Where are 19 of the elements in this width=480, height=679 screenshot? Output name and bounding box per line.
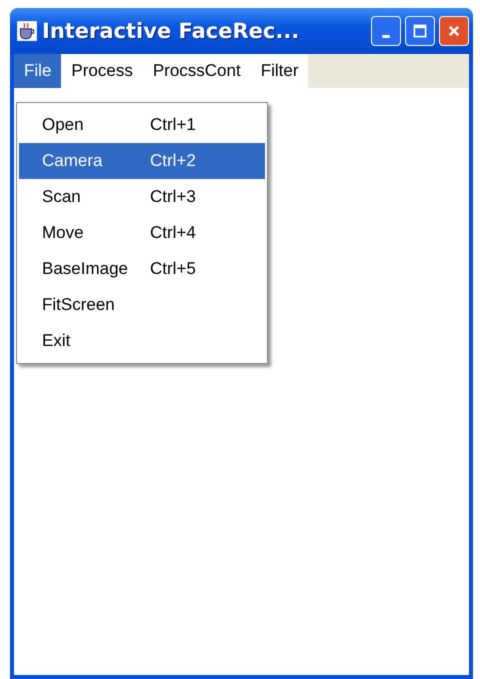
- menu-item[interactable]: BaseImage Ctrl+5: [19, 251, 265, 287]
- menu-bar-item[interactable]: Filter: [250, 54, 308, 88]
- maximize-icon: [413, 24, 427, 38]
- menu-bar-item[interactable]: ProcssCont: [142, 54, 251, 88]
- menu-item[interactable]: Exit: [19, 323, 265, 359]
- menu-item[interactable]: FitScreen: [19, 287, 265, 323]
- menu-item[interactable]: Open Ctrl+1: [19, 107, 265, 143]
- maximize-button[interactable]: [405, 16, 435, 46]
- cup-icon: [16, 20, 38, 42]
- close-icon: [447, 24, 461, 38]
- menu-item[interactable]: Scan Ctrl+3: [19, 179, 265, 215]
- close-button[interactable]: [439, 16, 469, 46]
- window-title: Interactive FaceRec...: [42, 19, 300, 43]
- minimize-button[interactable]: [371, 16, 401, 46]
- menu-item[interactable]: Move Ctrl+4: [19, 215, 265, 251]
- menu-bar-item[interactable]: File: [14, 54, 62, 88]
- menu-bar-item[interactable]: Process: [61, 54, 143, 88]
- menu-item[interactable]: Camera Ctrl+2: [19, 143, 265, 179]
- minimize-icon: [382, 34, 390, 38]
